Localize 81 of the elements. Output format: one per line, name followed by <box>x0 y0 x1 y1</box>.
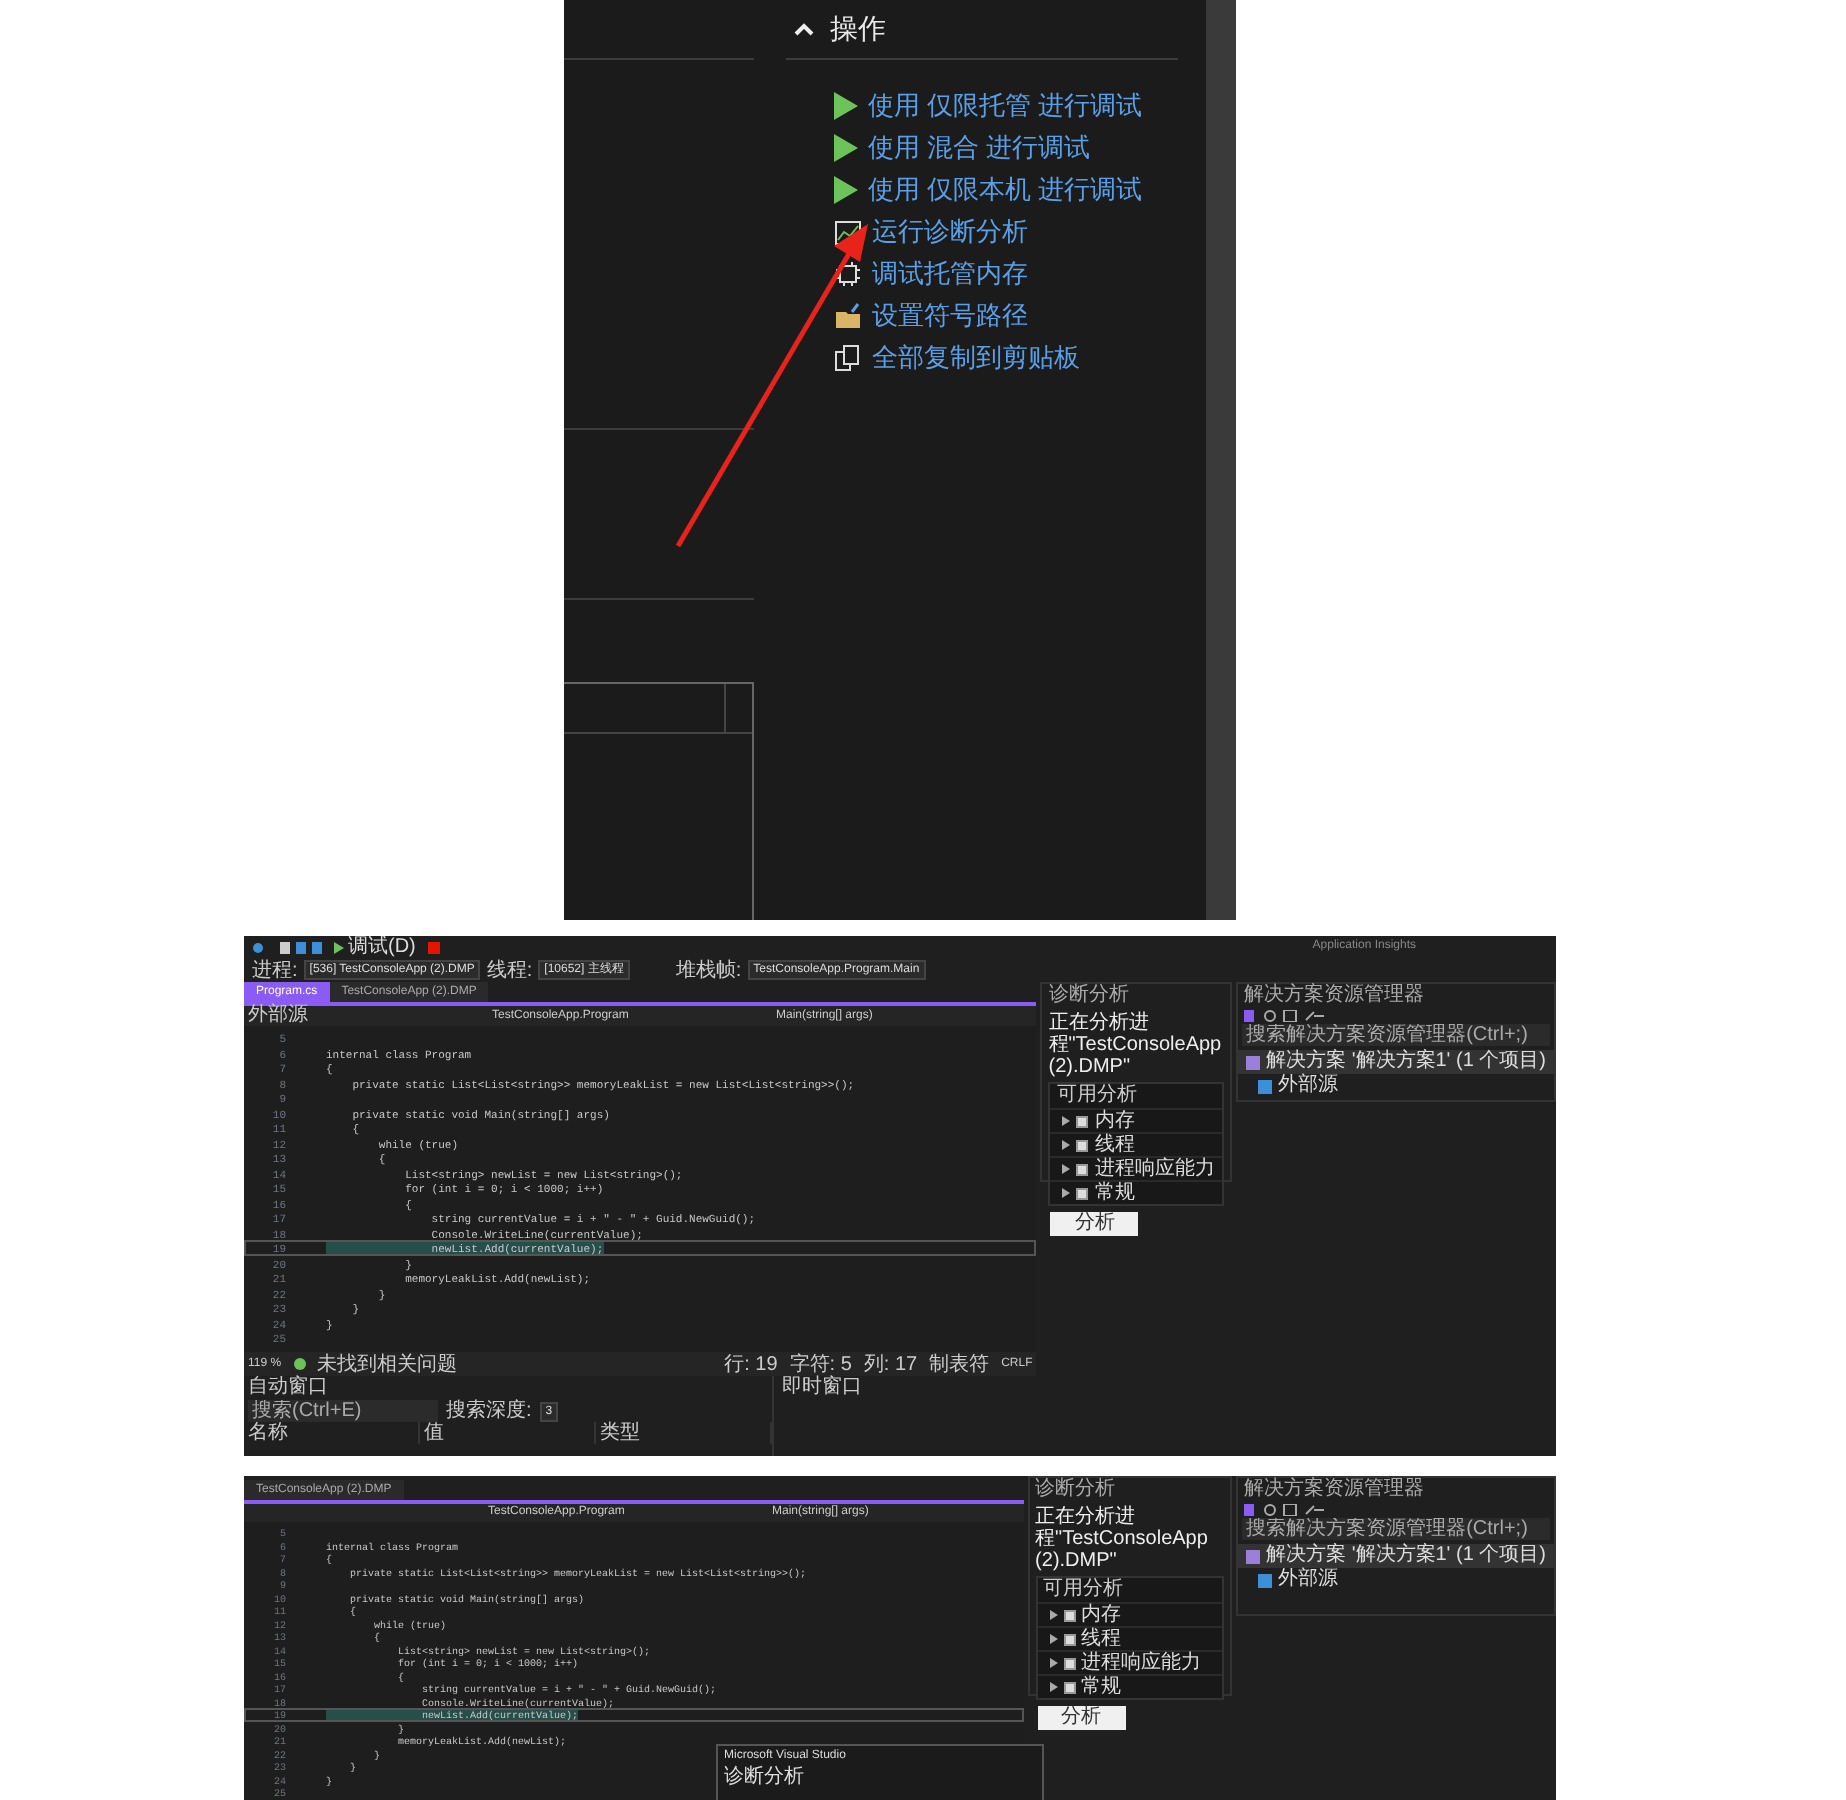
search-field[interactable]: 搜索(Ctrl+E) <box>248 1400 438 1422</box>
analysis-heading: 正在分析进程"TestConsoleApp (2).DMP" <box>1046 1009 1224 1082</box>
toolbar-icons-drawing <box>1244 1010 1325 1022</box>
scope-dropdown[interactable]: 外部源 <box>248 1006 488 1026</box>
section-heading: 操作 <box>830 10 886 48</box>
column-header[interactable]: 值 <box>420 1422 596 1444</box>
field-label: 线程: <box>486 959 533 981</box>
pane-title: 诊断分析 <box>1033 1478 1118 1502</box>
play-icon <box>834 91 858 119</box>
field-label: 堆栈帧: <box>675 959 742 981</box>
pane-title: 解决方案资源管理器 <box>1242 984 1427 1008</box>
folder-icon <box>834 301 862 329</box>
field-label: 进程: <box>252 959 298 981</box>
action-link[interactable]: 全部复制到剪贴板 <box>872 337 1080 377</box>
action-link[interactable]: 运行诊断分析 <box>872 211 1028 251</box>
checkbox[interactable] <box>1063 1681 1076 1693</box>
analyze-button[interactable]: 分析 <box>1050 1212 1139 1236</box>
scrollbar[interactable] <box>1206 0 1236 920</box>
analyze-button[interactable]: 分析 <box>1037 1706 1126 1730</box>
expand-caret-icon[interactable] <box>1062 1116 1071 1126</box>
play-icon <box>334 941 344 953</box>
column-header[interactable]: 名称 <box>244 1422 420 1444</box>
expand-caret-icon[interactable] <box>1049 1634 1058 1644</box>
group-label: 可用分析 <box>1054 1084 1139 1108</box>
expand-caret-icon[interactable] <box>1062 1164 1071 1174</box>
expand-caret-icon[interactable] <box>1062 1140 1071 1150</box>
checkbox[interactable] <box>1063 1657 1076 1669</box>
chart-icon <box>834 217 862 245</box>
action-link[interactable]: 使用 仅限托管 进行调试 <box>868 85 1143 125</box>
checkbox[interactable] <box>1063 1633 1076 1645</box>
check-circle-icon <box>293 1358 306 1370</box>
group-label: 可用分析 <box>1041 1578 1126 1602</box>
solution-icon <box>1246 1055 1261 1069</box>
checkbox[interactable] <box>1063 1609 1076 1621</box>
analysis-label: 线程 <box>1081 1628 1122 1650</box>
continue-button[interactable]: 调试(D) <box>334 936 416 958</box>
line-status: 行: 19 <box>724 1353 778 1375</box>
dialog-message: 诊断分析 <box>724 1766 806 1790</box>
memory-icon <box>834 259 862 287</box>
collapse-caret-icon[interactable] <box>794 22 814 36</box>
folder-icon <box>1258 1573 1273 1587</box>
play-icon <box>834 175 858 203</box>
analysis-label: 进程响应能力 <box>1094 1158 1215 1180</box>
action-link[interactable]: 设置符号路径 <box>872 295 1028 335</box>
tree-node[interactable]: 外部源 <box>1278 1568 1339 1592</box>
column-header[interactable]: 类型 <box>596 1422 772 1444</box>
action-link[interactable]: 使用 混合 进行调试 <box>868 127 1091 167</box>
checkbox[interactable] <box>1076 1187 1089 1199</box>
analysis-label: 进程响应能力 <box>1081 1652 1202 1674</box>
pane-title: 自动窗口 <box>246 1376 330 1400</box>
stop-icon[interactable] <box>427 941 440 953</box>
action-link[interactable]: 使用 仅限本机 进行调试 <box>868 169 1143 209</box>
checkbox[interactable] <box>1076 1139 1089 1151</box>
expand-caret-icon[interactable] <box>1049 1610 1058 1620</box>
copy-icon <box>834 343 862 371</box>
pane-title: 即时窗口 <box>780 1376 864 1402</box>
expand-caret-icon[interactable] <box>1049 1682 1058 1692</box>
indent-status[interactable]: 制表符 <box>929 1353 990 1375</box>
play-icon <box>834 133 858 161</box>
pane-title: 诊断分析 <box>1046 984 1131 1008</box>
expand-caret-icon[interactable] <box>1049 1658 1058 1668</box>
tree-node[interactable]: 外部源 <box>1278 1074 1339 1098</box>
folder-icon <box>1258 1079 1273 1093</box>
analysis-label: 常规 <box>1094 1182 1135 1204</box>
analysis-label: 常规 <box>1081 1676 1122 1698</box>
analysis-heading: 正在分析进程"TestConsoleApp (2).DMP" <box>1033 1503 1210 1576</box>
pane-title: 解决方案资源管理器 <box>1242 1478 1427 1502</box>
column-status: 列: 17 <box>863 1353 918 1375</box>
expand-caret-icon[interactable] <box>1062 1188 1071 1198</box>
char-status: 字符: 5 <box>789 1353 852 1375</box>
issues-status[interactable]: 未找到相关问题 <box>317 1353 458 1375</box>
field-label: 搜索深度: <box>446 1400 532 1422</box>
toolbar-icons-drawing <box>1244 1504 1325 1516</box>
action-link[interactable]: 调试托管内存 <box>872 253 1028 293</box>
analysis-label: 内存 <box>1081 1604 1122 1626</box>
toolbar-icons-drawing <box>252 941 322 953</box>
checkbox[interactable] <box>1076 1163 1089 1175</box>
solution-icon <box>1246 1549 1261 1563</box>
analysis-label: 线程 <box>1094 1134 1135 1156</box>
analysis-label: 内存 <box>1094 1110 1135 1132</box>
checkbox[interactable] <box>1076 1115 1089 1127</box>
